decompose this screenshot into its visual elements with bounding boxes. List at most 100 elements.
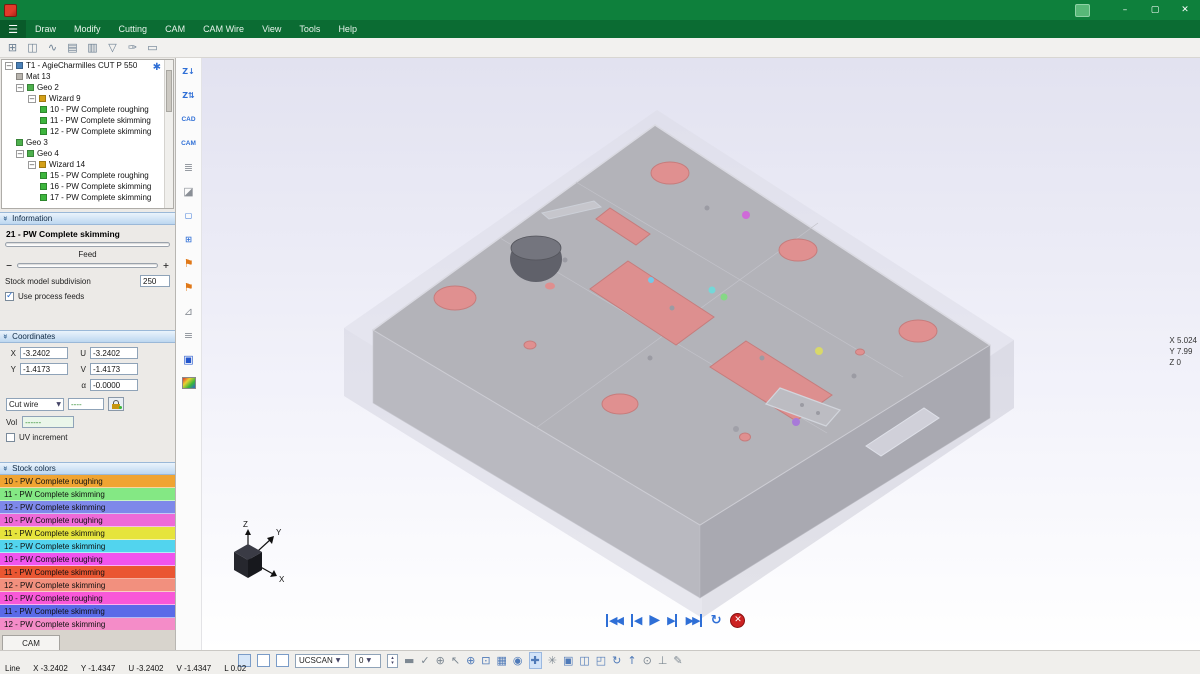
close-button[interactable]: ✕	[1170, 0, 1200, 20]
ruler-icon[interactable]: ▬	[404, 653, 414, 668]
tree-item-geo2[interactable]: − Geo 2	[2, 82, 173, 93]
tree-expander-icon[interactable]: −	[16, 84, 24, 92]
stock-color-row[interactable]: 10 - PW Complete roughing	[0, 514, 175, 527]
tree-scrollbar-thumb[interactable]	[166, 70, 172, 112]
stock-color-row[interactable]: 11 - PW Complete skimming	[0, 488, 175, 501]
zoom-window-icon[interactable]: ⊡	[481, 653, 490, 668]
use-process-feeds-checkbox[interactable]: ✓	[5, 292, 14, 301]
screen-icon[interactable]: ⊞	[4, 40, 21, 56]
tree-item-op10[interactable]: 10 - PW Complete roughing	[2, 104, 173, 115]
view-layout-2-button[interactable]	[257, 654, 270, 667]
layers-icon[interactable]: ◫	[24, 40, 41, 56]
tree-expander-icon[interactable]: −	[28, 95, 36, 103]
save-view-icon[interactable]: ▣	[179, 351, 198, 367]
tree-item-machine[interactable]: − T1 - AgieCharmilles CUT P 550	[2, 60, 173, 71]
pencil-icon[interactable]: ✎	[673, 653, 682, 668]
color-scale-icon[interactable]	[179, 375, 198, 391]
stock-color-row[interactable]: 12 - PW Complete skimming	[0, 540, 175, 553]
stop-button[interactable]: ✕	[730, 613, 745, 628]
tree-item-material[interactable]: Mat 13	[2, 71, 173, 82]
step-forward-button[interactable]: ▶	[667, 614, 676, 627]
stock-display-icon[interactable]: ≣	[179, 159, 198, 175]
cube-view-icon[interactable]: ◫	[579, 653, 589, 668]
menu-cutting[interactable]: Cutting	[110, 20, 157, 38]
step-back-button[interactable]: ◀	[631, 614, 640, 627]
tree-item-op15[interactable]: 15 - PW Complete roughing	[2, 170, 173, 181]
stock-color-row[interactable]: 11 - PW Complete skimming	[0, 527, 175, 540]
layers-list-icon[interactable]: ≡	[179, 327, 198, 343]
tree-expander-icon[interactable]: −	[16, 150, 24, 158]
cam-view-button[interactable]: CAM	[179, 135, 198, 151]
feed-minus-button[interactable]: −	[5, 261, 13, 270]
u-coordinate-field[interactable]	[90, 347, 138, 359]
skip-to-start-button[interactable]: ◀◀	[606, 614, 622, 627]
y-axis-icon[interactable]: ↑	[627, 653, 636, 668]
tree-item-op17[interactable]: 17 - PW Complete skimming	[2, 192, 173, 203]
v-coordinate-field[interactable]	[90, 363, 138, 375]
uv-increment-checkbox[interactable]	[6, 433, 15, 442]
stock-color-row[interactable]: 10 - PW Complete roughing	[0, 592, 175, 605]
stock-color-row[interactable]: 10 - PW Complete roughing	[0, 475, 175, 488]
feed-slider[interactable]	[17, 263, 158, 268]
hamburger-menu-icon[interactable]: ☰	[0, 20, 26, 38]
x-coordinate-field[interactable]	[20, 347, 68, 359]
stock-color-row[interactable]: 12 - PW Complete skimming	[0, 501, 175, 514]
tree-item-geo4[interactable]: − Geo 4	[2, 148, 173, 159]
minimize-button[interactable]: –	[1110, 0, 1140, 20]
maximize-button[interactable]: ▢	[1140, 0, 1170, 20]
start-flag-icon[interactable]: ⚑	[179, 255, 198, 271]
menu-cam-wire[interactable]: CAM Wire	[194, 20, 253, 38]
skip-to-end-button[interactable]: ▶▶	[686, 614, 702, 627]
lock-button[interactable]	[108, 397, 124, 411]
section-view-icon[interactable]: ◪	[179, 183, 198, 199]
coordinates-header[interactable]: » Coordinates	[0, 330, 175, 343]
shaded-view-icon[interactable]: ⊞	[179, 231, 198, 247]
tree-scrollbar[interactable]	[164, 60, 173, 208]
copy-view-icon[interactable]: ▣	[563, 653, 573, 668]
wire-value-field[interactable]	[68, 398, 104, 410]
information-header[interactable]: » Information	[0, 212, 175, 225]
viewport-canvas[interactable]: Z Y X	[202, 58, 1200, 650]
menu-modify[interactable]: Modify	[65, 20, 110, 38]
tree-expander-icon[interactable]: −	[5, 62, 13, 70]
vol-field[interactable]	[22, 416, 74, 428]
stock-subdivision-field[interactable]	[140, 275, 170, 287]
snap-icon[interactable]: ✳	[548, 653, 557, 668]
measure-icon[interactable]: ⊿	[179, 303, 198, 319]
sphere-icon[interactable]: ⊕	[436, 653, 445, 668]
globe-icon[interactable]: ◉	[513, 653, 523, 668]
loop-button[interactable]: ↻	[711, 613, 722, 628]
tree-item-wizard14[interactable]: − Wizard 14	[2, 159, 173, 170]
menu-view[interactable]: View	[253, 20, 290, 38]
wireframe-icon[interactable]: ▢	[179, 207, 198, 223]
z-travel-icon[interactable]: Z⇅	[179, 87, 198, 103]
tree-item-op16[interactable]: 16 - PW Complete skimming	[2, 181, 173, 192]
grid-icon[interactable]: ▦	[497, 653, 507, 668]
menu-draw[interactable]: Draw	[26, 20, 65, 38]
tree-expander-icon[interactable]: −	[28, 161, 36, 169]
cad-view-button[interactable]: CAD	[179, 111, 198, 127]
printer-icon[interactable]: ▥	[84, 40, 101, 56]
pan-move-icon[interactable]: ✚	[529, 652, 542, 669]
feed-plus-button[interactable]: +	[162, 261, 170, 270]
tree-item-wizard9[interactable]: − Wizard 9	[2, 93, 173, 104]
y-coordinate-field[interactable]	[20, 363, 68, 375]
alpha-coordinate-field[interactable]	[90, 379, 138, 391]
stock-colors-header[interactable]: » Stock colors	[0, 462, 175, 475]
view-layout-3-button[interactable]	[276, 654, 289, 667]
cursor-select-icon[interactable]: ↖	[451, 653, 460, 668]
stop-flag-icon[interactable]: ⚑	[179, 279, 198, 295]
filter-icon[interactable]: ▽	[104, 40, 121, 56]
cut-wire-select[interactable]: Cut wire ▼	[6, 398, 64, 411]
zoom-z-icon[interactable]: Z↓	[179, 63, 198, 79]
tree-item-op12[interactable]: 12 - PW Complete skimming	[2, 126, 173, 137]
wire-index-select[interactable]: 0 ▼	[355, 654, 381, 668]
stock-color-row[interactable]: 11 - PW Complete skimming	[0, 566, 175, 579]
tab-cam[interactable]: CAM	[2, 635, 60, 650]
menu-cam[interactable]: CAM	[156, 20, 194, 38]
stock-color-row[interactable]: 10 - PW Complete roughing	[0, 553, 175, 566]
tree-item-geo3[interactable]: Geo 3	[2, 137, 173, 148]
stock-color-row[interactable]: 11 - PW Complete skimming	[0, 605, 175, 618]
ucs-select[interactable]: UCSCAN ▼	[295, 654, 349, 668]
report-icon[interactable]: ▤	[64, 40, 81, 56]
